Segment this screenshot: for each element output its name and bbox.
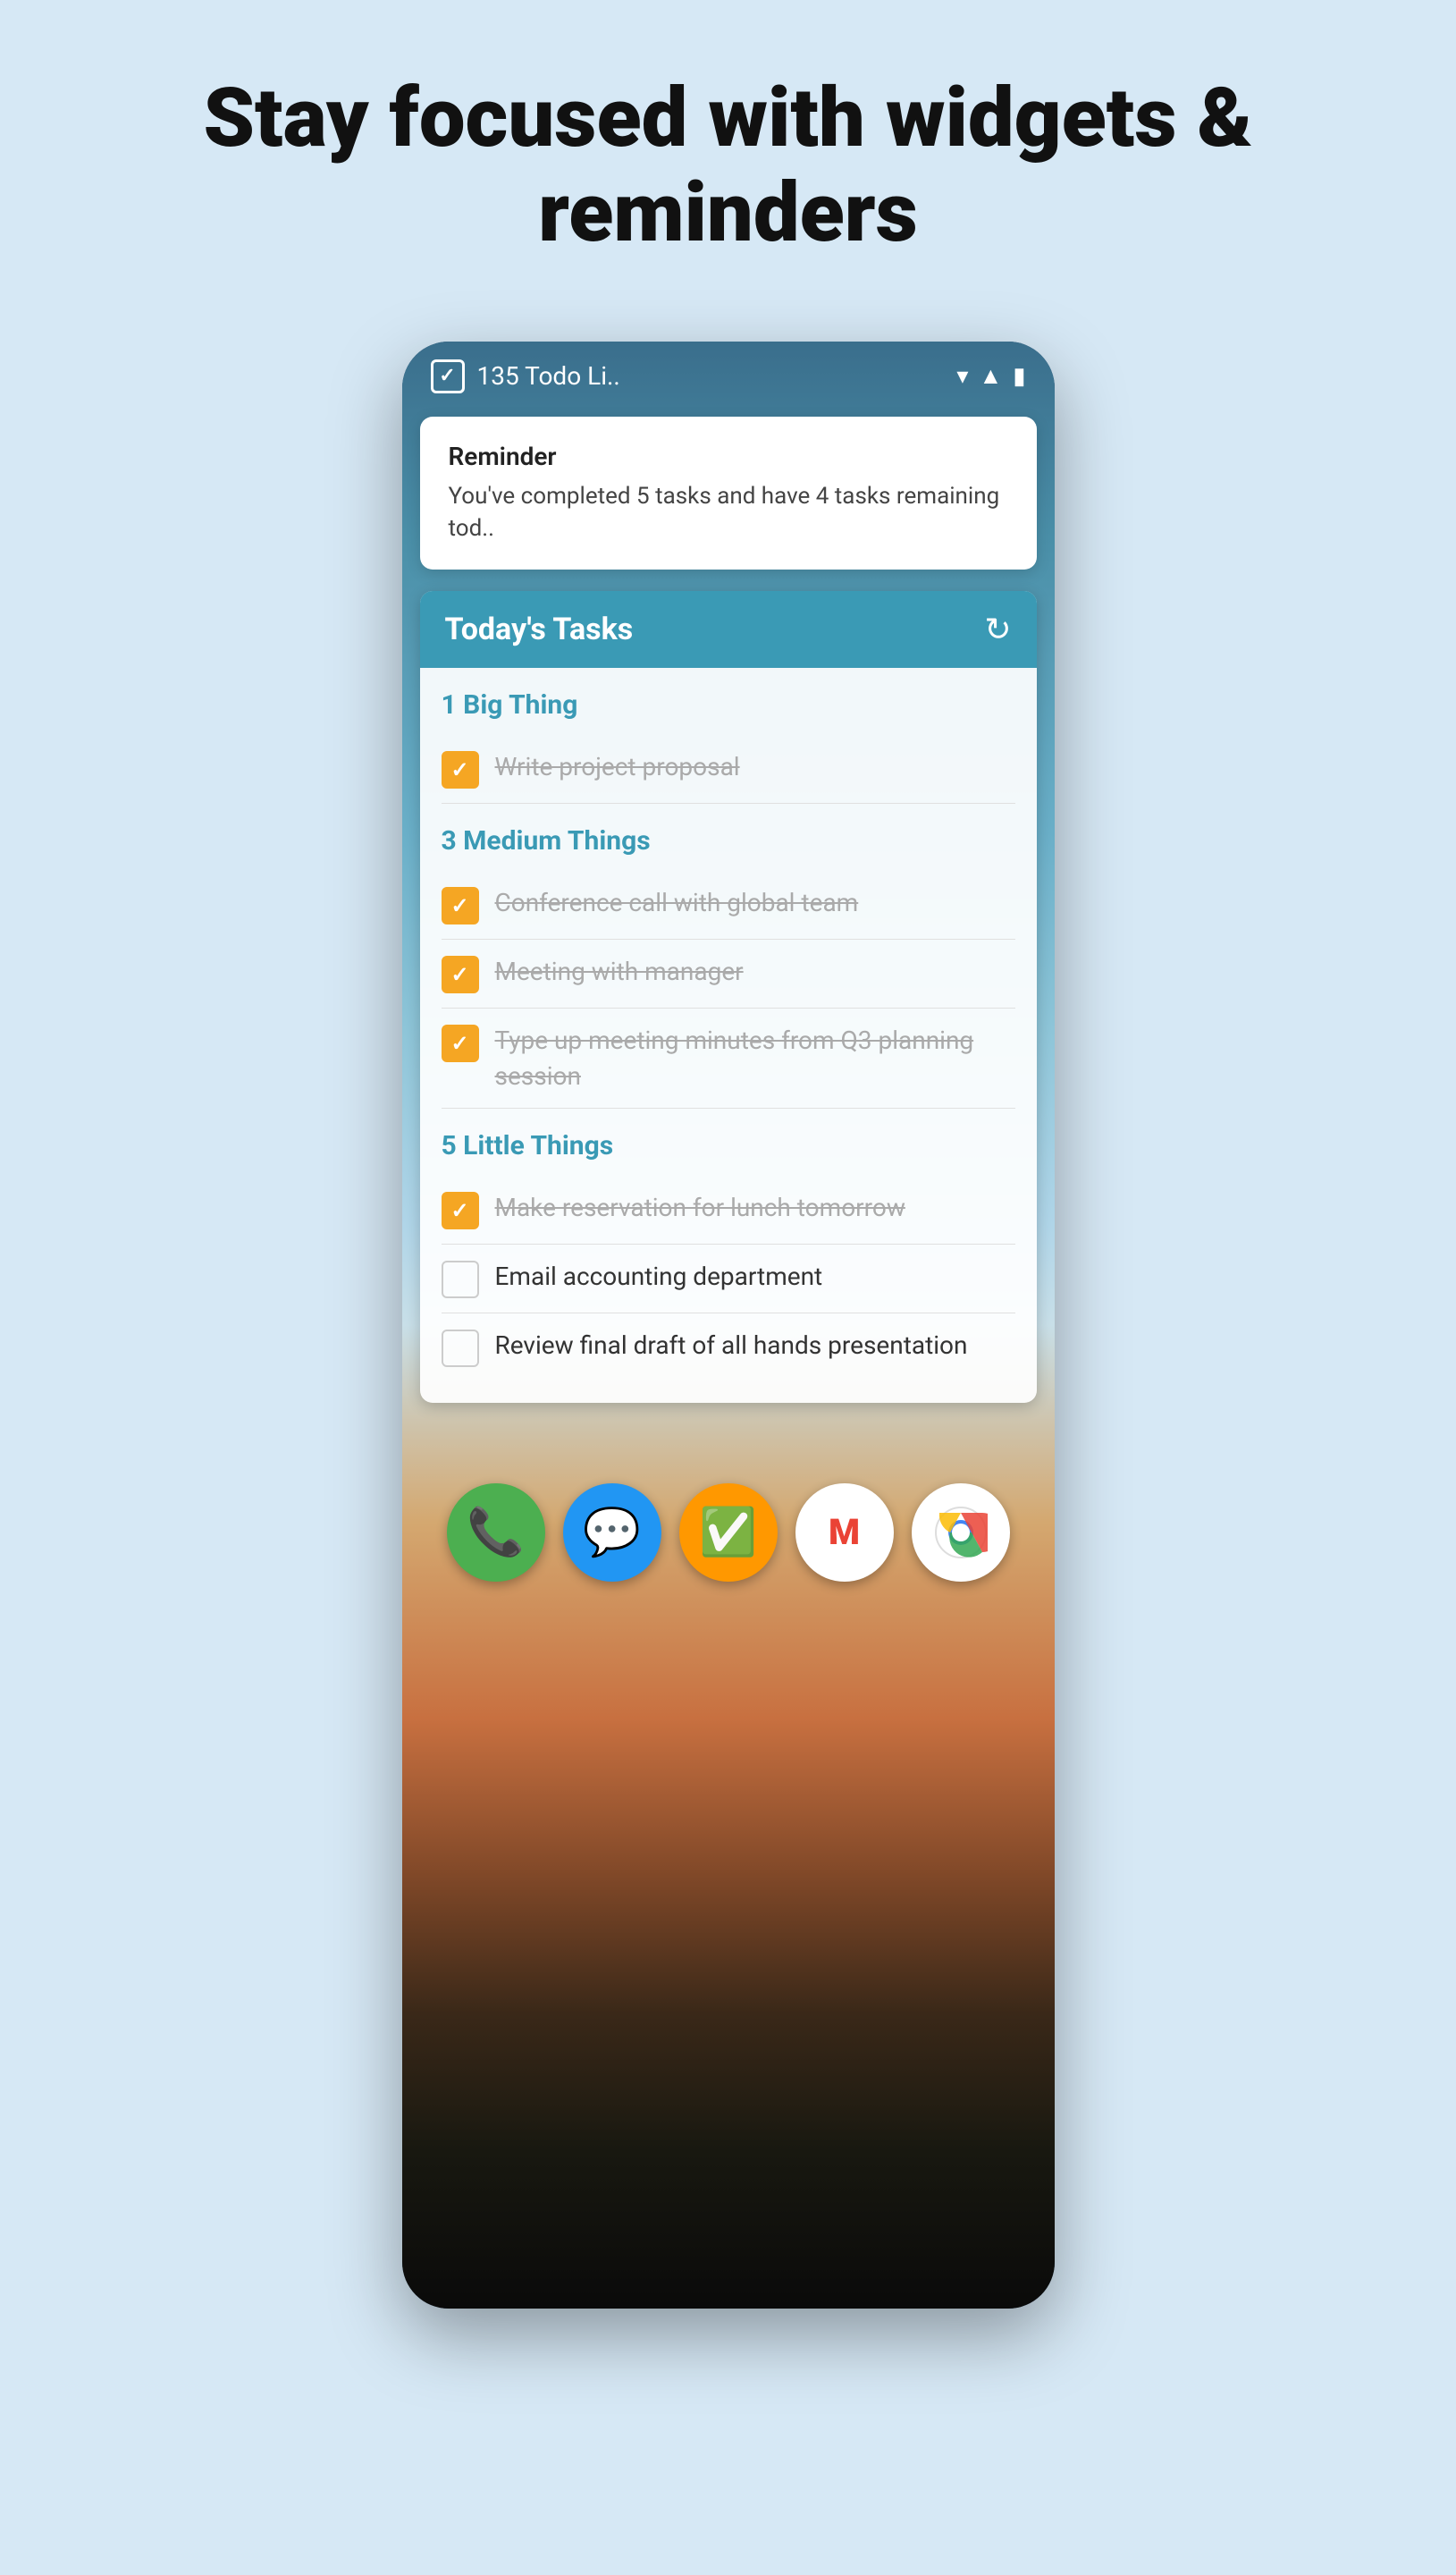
app-name-label: 135 Todo Li.. bbox=[477, 361, 620, 391]
tasks-header-title: Today's Tasks bbox=[445, 612, 634, 647]
dock-app-phone[interactable]: 📞 bbox=[447, 1483, 545, 1582]
task-item-review[interactable]: Review final draft of all hands presenta… bbox=[442, 1313, 1015, 1381]
app-icon bbox=[431, 359, 465, 393]
task-text: Write project proposal bbox=[495, 749, 1015, 784]
battery-icon: ▮ bbox=[1013, 363, 1025, 390]
task-text-email: Email accounting department bbox=[495, 1259, 1015, 1294]
tasks-widget: Today's Tasks ↻ 1 Big Thing Write projec… bbox=[420, 591, 1037, 1402]
task-checkbox-unchecked[interactable] bbox=[442, 1261, 479, 1298]
dock: 📞 💬 ✅ M bbox=[402, 1456, 1055, 1582]
task-checkbox[interactable] bbox=[442, 1025, 479, 1062]
task-item[interactable]: Conference call with global team bbox=[442, 871, 1015, 940]
task-text: Conference call with global team bbox=[495, 885, 1015, 920]
notification-title: Reminder bbox=[449, 442, 1008, 471]
task-checkbox-unchecked[interactable] bbox=[442, 1330, 479, 1367]
notification-card: Reminder You've completed 5 tasks and ha… bbox=[420, 417, 1037, 570]
status-left: 135 Todo Li.. bbox=[431, 359, 620, 393]
status-right: ▾ ▲ ▮ bbox=[956, 362, 1025, 390]
refresh-icon[interactable]: ↻ bbox=[984, 611, 1011, 648]
category-title-little: 5 Little Things bbox=[442, 1130, 1015, 1161]
signal-icon: ▲ bbox=[979, 362, 1002, 390]
task-item[interactable]: Write project proposal bbox=[442, 735, 1015, 804]
task-text: Make reservation for lunch tomorrow bbox=[495, 1190, 1015, 1225]
task-checkbox[interactable] bbox=[442, 1192, 479, 1229]
task-item-email[interactable]: Email accounting department bbox=[442, 1245, 1015, 1313]
task-checkbox[interactable] bbox=[442, 751, 479, 789]
notification-body: You've completed 5 tasks and have 4 task… bbox=[449, 480, 1008, 545]
task-checkbox[interactable] bbox=[442, 887, 479, 924]
category-title-big: 1 Big Thing bbox=[442, 689, 1015, 721]
phone-frame: 135 Todo Li.. ▾ ▲ ▮ Reminder You've comp… bbox=[402, 342, 1055, 2309]
dock-app-messages[interactable]: 💬 bbox=[563, 1483, 661, 1582]
tasks-widget-header: Today's Tasks ↻ bbox=[420, 591, 1037, 668]
spacer-bottom bbox=[402, 1582, 1055, 1617]
wifi-icon: ▾ bbox=[956, 363, 968, 390]
task-text-review: Review final draft of all hands presenta… bbox=[495, 1328, 1015, 1363]
tasks-body: 1 Big Thing Write project proposal 3 Med… bbox=[420, 689, 1037, 1402]
phone-screen: 135 Todo Li.. ▾ ▲ ▮ Reminder You've comp… bbox=[402, 342, 1055, 2309]
status-bar: 135 Todo Li.. ▾ ▲ ▮ bbox=[402, 342, 1055, 408]
hero-title: Stay focused with widgets & reminders bbox=[192, 72, 1265, 261]
category-title-medium: 3 Medium Things bbox=[442, 825, 1015, 857]
dock-app-todo[interactable]: ✅ bbox=[679, 1483, 778, 1582]
dock-app-gmail[interactable]: M bbox=[795, 1483, 894, 1582]
task-item[interactable]: Make reservation for lunch tomorrow bbox=[442, 1176, 1015, 1245]
task-text: Type up meeting minutes from Q3 planning… bbox=[495, 1023, 1015, 1093]
task-text: Meeting with manager bbox=[495, 954, 1015, 989]
task-checkbox[interactable] bbox=[442, 956, 479, 993]
dock-app-chrome[interactable] bbox=[912, 1483, 1010, 1582]
task-item[interactable]: Type up meeting minutes from Q3 planning… bbox=[442, 1009, 1015, 1108]
task-item[interactable]: Meeting with manager bbox=[442, 940, 1015, 1009]
